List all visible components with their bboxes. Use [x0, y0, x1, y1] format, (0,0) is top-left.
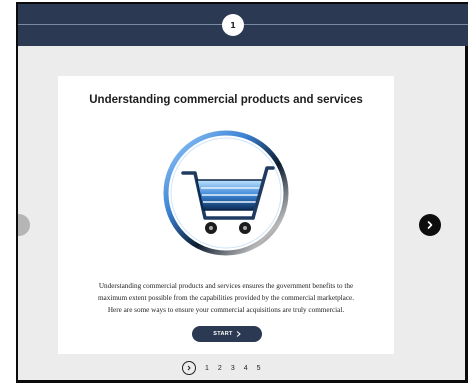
pagination-current-indicator[interactable]: [182, 361, 196, 375]
pagination-page-5[interactable]: 5: [257, 365, 261, 372]
start-button[interactable]: START: [192, 326, 262, 342]
card-description-line: Understanding commercial products and se…: [98, 282, 354, 290]
card-title: Understanding commercial products and se…: [89, 94, 363, 106]
pagination-page-4[interactable]: 4: [244, 365, 248, 372]
carousel-stage: Understanding commercial products and se…: [18, 46, 465, 380]
topic-card: Understanding commercial products and se…: [58, 76, 394, 354]
next-slide-button[interactable]: [419, 214, 441, 236]
pagination-page-1[interactable]: 1: [205, 365, 209, 372]
shopping-cart-icon: [163, 130, 289, 256]
chevron-right-icon: [187, 365, 191, 371]
pagination-page-2[interactable]: 2: [218, 365, 222, 372]
card-description-line: maximum extent possible from the capabil…: [97, 294, 355, 302]
card-description: Understanding commercial products and se…: [68, 280, 384, 316]
start-button-label: START: [213, 331, 233, 337]
progress-step-indicator[interactable]: 1: [222, 14, 244, 36]
chevron-right-icon: [236, 331, 241, 337]
prev-slide-button[interactable]: [18, 214, 30, 236]
pagination-page-3[interactable]: 3: [231, 365, 235, 372]
progress-step-label: 1: [230, 20, 236, 30]
card-description-line: Here are some ways to ensure your commer…: [107, 306, 345, 314]
slide-pagination: 1 2 3 4 5: [182, 360, 261, 376]
chevron-right-icon: [427, 221, 433, 229]
progress-header: 1: [18, 4, 468, 46]
